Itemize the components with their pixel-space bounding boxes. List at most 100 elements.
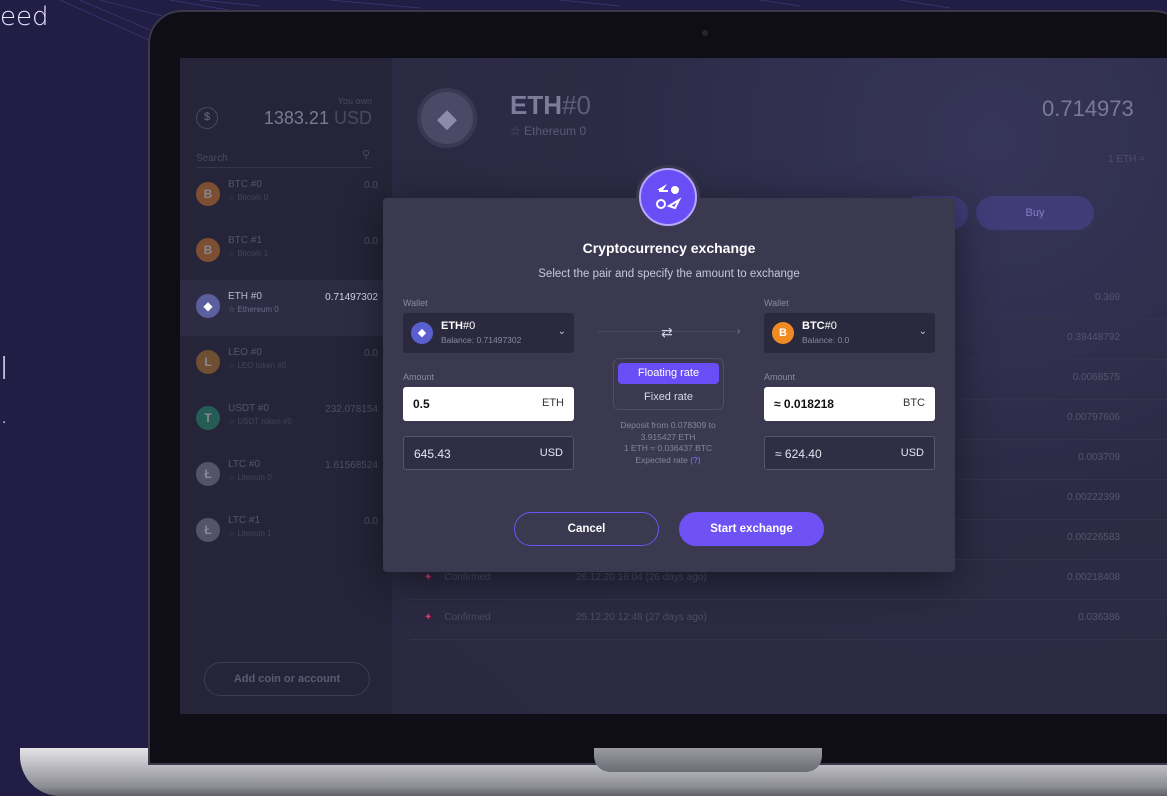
coin-sub: ☆ Bitcoin 1 xyxy=(228,249,269,258)
rate-hint: 1 ETH = xyxy=(1108,154,1145,165)
start-exchange-button[interactable]: Start exchange xyxy=(679,512,824,546)
fixed-rate-option[interactable]: Fixed rate xyxy=(618,387,719,407)
tx-date: 25.12.20 12:48 (27 days ago) xyxy=(576,612,707,623)
side-text-line2: . xyxy=(0,400,9,430)
deposit-info: Deposit from 0.078309 to 3.915427 ETH 1 … xyxy=(598,420,738,466)
coin-balance: 0.0 xyxy=(364,180,378,191)
coin-name: BTC #0 xyxy=(228,179,262,190)
cancel-button[interactable]: Cancel xyxy=(514,512,659,546)
coin-balance: 0.0 xyxy=(364,348,378,359)
from-amount-value: 0.5 xyxy=(413,397,430,411)
laptop-notch xyxy=(594,748,822,772)
sidebar-item-btc1[interactable]: B BTC #1 ☆ Bitcoin 1 0.0 xyxy=(180,224,392,280)
to-wallet-select[interactable]: B BTC#0 Balance: 0.0 ⌄ xyxy=(764,313,935,353)
coin-sub: ☆ LEO token #0 xyxy=(228,361,287,370)
to-amount-field[interactable]: ≈ 0.018218 BTC xyxy=(764,387,935,421)
tx-amount: 0.369 xyxy=(1094,292,1120,303)
sidebar-item-ltc0[interactable]: Ł LTC #0 ☆ Litecoin 0 1.61568524 xyxy=(180,448,392,504)
leo-icon: L xyxy=(196,350,220,374)
coin-name: LTC #0 xyxy=(228,459,261,470)
deposit-range-max: 3.915427 ETH xyxy=(640,431,696,442)
tx-amount: 0.00226583 xyxy=(1067,532,1120,543)
from-usd-field[interactable]: 645.43 USD xyxy=(403,436,574,470)
to-usd-value: ≈ 624.40 xyxy=(775,447,822,461)
pin-icon: ✦ xyxy=(424,612,433,623)
tx-amount: 0.00797606 xyxy=(1067,412,1120,423)
from-wallet-hash: #0 xyxy=(463,320,476,332)
coin-subtitle: ☆ Ethereum 0 xyxy=(510,124,587,138)
dollar-icon: $ xyxy=(196,107,218,129)
rate-type-toggle: Floating rate Fixed rate xyxy=(613,358,724,410)
coin-name: LTC #1 xyxy=(228,515,261,526)
swap-icon[interactable]: ⇄ xyxy=(661,324,673,341)
modal-subtitle: Select the pair and specify the amount t… xyxy=(538,268,800,280)
ethereum-icon: ◆ xyxy=(411,322,433,344)
to-wallet-balance: Balance: 0.0 xyxy=(802,335,850,345)
bitcoin-icon: B xyxy=(196,238,220,262)
rate-conversion: 1 ETH ≈ 0.036437 BTC xyxy=(623,443,713,453)
total-currency: USD xyxy=(333,108,372,128)
to-amount-unit: BTC xyxy=(903,397,925,409)
tx-status: ✦ Confirmed xyxy=(424,612,491,623)
ethereum-icon: ◆ xyxy=(196,294,220,318)
coin-name: LEO #0 xyxy=(228,347,262,358)
tx-amount: 0.00222399 xyxy=(1067,492,1120,503)
coin-name: USDT #0 xyxy=(228,403,269,414)
exchange-modal: Cryptocurrency exchange Select the pair … xyxy=(383,198,955,572)
tx-amount: 0.036386 xyxy=(1078,612,1120,623)
you-own-label: You own xyxy=(337,96,372,106)
coin-hash: #0 xyxy=(562,90,591,120)
coin-balance: 232.078154 xyxy=(325,404,378,415)
from-wallet-select[interactable]: ◆ ETH#0 Balance: 0.71497302 ⌄ xyxy=(403,313,574,353)
sidebar-item-eth0[interactable]: ◆ ETH #0 ☆ Ethereum 0 0.71497302 xyxy=(180,280,392,336)
from-wallet-label: Wallet xyxy=(403,298,428,308)
sidebar: $ You own 1383.21 USD Search ⚲ B BTC #0 … xyxy=(180,58,392,714)
expected-rate: Expected rate (?) xyxy=(598,455,738,467)
side-text-top: eed xyxy=(0,2,49,32)
from-usd-unit: USD xyxy=(539,447,563,459)
search-placeholder: Search xyxy=(196,153,228,164)
chevron-down-icon: ⌄ xyxy=(918,326,927,337)
total-balance: 1383.21 USD xyxy=(264,108,372,129)
to-wallet-name: BTC#0 xyxy=(802,320,837,332)
tx-amount: 0.0068575 xyxy=(1072,372,1120,383)
add-coin-button[interactable]: Add coin or account xyxy=(204,662,370,696)
coin-balance: 0.0 xyxy=(364,516,378,527)
from-amount-unit: ETH xyxy=(542,397,564,409)
coin-name: BTC #1 xyxy=(228,235,262,246)
sidebar-item-ltc1[interactable]: Ł LTC #1 ☆ Litecoin 1 0.0 xyxy=(180,504,392,560)
exchange-icon xyxy=(639,168,697,226)
from-amount-field[interactable]: 0.5 ETH xyxy=(403,387,574,421)
coin-sub: ☆ Ethereum 0 xyxy=(228,305,279,314)
buy-button[interactable]: Buy xyxy=(976,196,1094,230)
sidebar-item-usdt0[interactable]: T USDT #0 ☆ USDT token #0 232.078154 xyxy=(180,392,392,448)
litecoin-icon: Ł xyxy=(196,518,220,542)
sidebar-item-leo0[interactable]: L LEO #0 ☆ LEO token #0 0.0 xyxy=(180,336,392,392)
tx-amount: 0.00218408 xyxy=(1067,572,1120,583)
tx-status: ✦ Confirmed xyxy=(424,572,491,583)
ethereum-icon: ◆ xyxy=(417,88,477,148)
sidebar-item-btc0[interactable]: B BTC #0 ☆ Bitcoin 0 0.0 xyxy=(180,168,392,224)
coin-balance: 1.61568524 xyxy=(325,460,378,471)
from-wallet-balance: Balance: 0.71497302 xyxy=(441,335,522,345)
tx-amount: 0.003709 xyxy=(1078,452,1120,463)
search-input[interactable]: Search ⚲ xyxy=(196,148,372,168)
from-amount-label: Amount xyxy=(403,372,435,382)
bitcoin-icon: B xyxy=(772,322,794,344)
table-row[interactable]: ✦ Confirmed 25.12.20 12:48 (27 days ago) … xyxy=(410,600,1167,640)
to-usd-field[interactable]: ≈ 624.40 USD xyxy=(764,436,935,470)
coin-balance: 0.71497302 xyxy=(325,292,378,303)
modal-title: Cryptocurrency exchange xyxy=(582,240,756,256)
camera-dot xyxy=(702,30,708,36)
floating-rate-option[interactable]: Floating rate xyxy=(618,363,719,384)
from-wallet-symbol: ETH xyxy=(441,320,463,332)
expected-rate-label: Expected rate xyxy=(635,454,688,465)
tx-date: 26.12.20 16:04 (26 days ago) xyxy=(576,572,707,583)
coin-balance-large: 0.714973 xyxy=(1042,96,1134,121)
coin-sub: ☆ Bitcoin 0 xyxy=(228,193,269,202)
tx-status-label: Confirmed xyxy=(444,572,491,583)
to-wallet-label: Wallet xyxy=(764,298,789,308)
help-icon[interactable]: (?) xyxy=(690,455,700,465)
from-usd-value: 645.43 xyxy=(414,447,451,461)
coin-sub: ☆ Litecoin 1 xyxy=(228,529,272,538)
